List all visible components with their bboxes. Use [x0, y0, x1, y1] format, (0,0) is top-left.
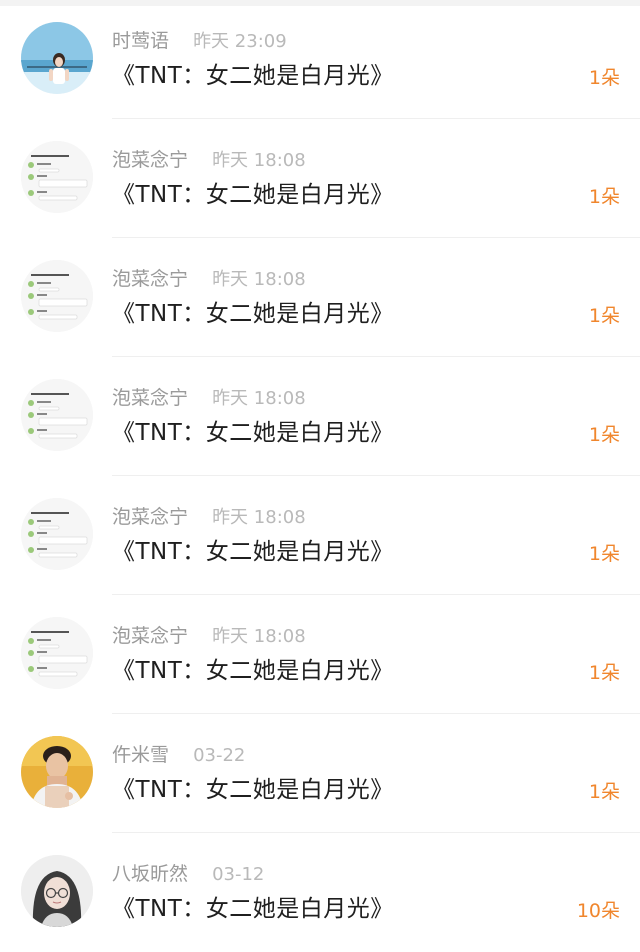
list-item[interactable]: 八坂昕然 03-12 《TNT：女二她是白月光》 10朵 — [0, 833, 640, 952]
username[interactable]: 泡菜念宁 — [112, 387, 188, 409]
book-title[interactable]: 《TNT：女二她是白月光》 — [112, 298, 394, 330]
list-item[interactable]: 仵米雪 03-22 《TNT：女二她是白月光》 1朵 — [0, 714, 640, 833]
list-item[interactable]: 泡菜念宁 昨天 18:08 《TNT：女二她是白月光》 1朵 — [0, 238, 640, 357]
flower-count: 10朵 — [576, 900, 620, 922]
avatar-image — [21, 855, 93, 927]
book-title[interactable]: 《TNT：女二她是白月光》 — [112, 60, 394, 92]
username[interactable]: 仵米雪 — [112, 744, 169, 766]
timestamp: 昨天 18:08 — [212, 150, 306, 171]
book-title[interactable]: 《TNT：女二她是白月光》 — [112, 179, 394, 211]
timestamp: 昨天 18:08 — [212, 269, 306, 290]
timestamp: 03-12 — [212, 864, 265, 885]
entry-meta: 泡菜念宁 昨天 18:08 — [112, 266, 306, 292]
entry-meta: 八坂昕然 03-12 — [112, 861, 264, 887]
timestamp: 昨天 18:08 — [212, 626, 306, 647]
avatar-image — [21, 498, 93, 570]
chat-screenshot-avatar[interactable] — [21, 260, 93, 332]
avatar-image — [21, 736, 93, 808]
flower-count: 1朵 — [588, 781, 620, 803]
flower-count: 1朵 — [588, 424, 620, 446]
gift-record-list: 时莺语 昨天 23:09 《TNT：女二她是白月光》 1朵 泡菜念宁 昨天 18… — [0, 0, 640, 945]
list-item[interactable]: 泡菜念宁 昨天 18:08 《TNT：女二她是白月光》 1朵 — [0, 357, 640, 476]
list-item[interactable]: 泡菜念宁 昨天 18:08 《TNT：女二她是白月光》 1朵 — [0, 476, 640, 595]
young-man-avatar[interactable] — [21, 736, 93, 808]
avatar-image — [21, 141, 93, 213]
chat-screenshot-avatar[interactable] — [21, 379, 93, 451]
entry-meta: 泡菜念宁 昨天 18:08 — [112, 504, 306, 530]
timestamp: 昨天 18:08 — [212, 388, 306, 409]
beach-girl-avatar[interactable] — [21, 22, 93, 94]
timestamp: 昨天 23:09 — [193, 31, 287, 52]
list-item[interactable]: 时莺语 昨天 23:09 《TNT：女二她是白月光》 1朵 — [0, 0, 640, 119]
timestamp: 昨天 18:08 — [212, 507, 306, 528]
flower-count: 1朵 — [588, 67, 620, 89]
flower-count: 1朵 — [588, 543, 620, 565]
chat-screenshot-avatar[interactable] — [21, 498, 93, 570]
username[interactable]: 泡菜念宁 — [112, 506, 188, 528]
chat-screenshot-avatar[interactable] — [21, 617, 93, 689]
flower-count: 1朵 — [588, 662, 620, 684]
username[interactable]: 时莺语 — [112, 30, 169, 52]
list-item[interactable]: 泡菜念宁 昨天 18:08 《TNT：女二她是白月光》 1朵 — [0, 595, 640, 714]
timestamp: 03-22 — [193, 745, 246, 766]
avatar-image — [21, 260, 93, 332]
entry-meta: 时莺语 昨天 23:09 — [112, 28, 287, 54]
book-title[interactable]: 《TNT：女二她是白月光》 — [112, 893, 394, 925]
list-item[interactable]: 泡菜念宁 昨天 18:08 《TNT：女二她是白月光》 1朵 — [0, 119, 640, 238]
chat-screenshot-avatar[interactable] — [21, 141, 93, 213]
entry-meta: 泡菜念宁 昨天 18:08 — [112, 385, 306, 411]
flower-count: 1朵 — [588, 186, 620, 208]
girl-with-glasses-avatar[interactable] — [21, 855, 93, 927]
entry-meta: 泡菜念宁 昨天 18:08 — [112, 623, 306, 649]
flower-count: 1朵 — [588, 305, 620, 327]
username[interactable]: 八坂昕然 — [112, 863, 188, 885]
entry-meta: 泡菜念宁 昨天 18:08 — [112, 147, 306, 173]
username[interactable]: 泡菜念宁 — [112, 625, 188, 647]
book-title[interactable]: 《TNT：女二她是白月光》 — [112, 774, 394, 806]
username[interactable]: 泡菜念宁 — [112, 149, 188, 171]
book-title[interactable]: 《TNT：女二她是白月光》 — [112, 417, 394, 449]
book-title[interactable]: 《TNT：女二她是白月光》 — [112, 655, 394, 687]
username[interactable]: 泡菜念宁 — [112, 268, 188, 290]
book-title[interactable]: 《TNT：女二她是白月光》 — [112, 536, 394, 568]
entry-meta: 仵米雪 03-22 — [112, 742, 245, 768]
avatar-image — [21, 22, 93, 94]
avatar-image — [21, 617, 93, 689]
avatar-image — [21, 379, 93, 451]
